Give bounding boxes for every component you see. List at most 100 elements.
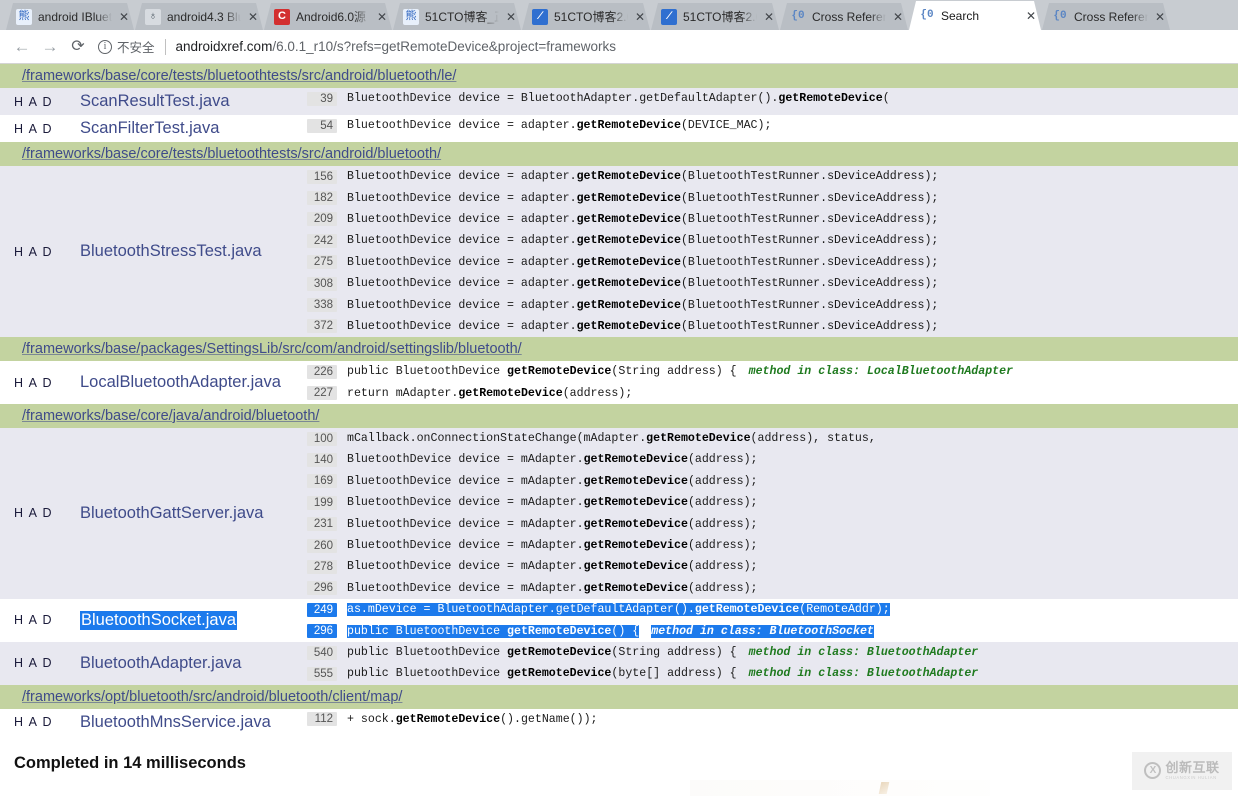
line-number[interactable]: 260 [307, 538, 337, 553]
line-number[interactable]: 231 [307, 517, 337, 532]
match-line[interactable]: 140 BluetoothDevice device = mAdapter.get… [307, 449, 1238, 470]
had-label[interactable]: H A D [14, 506, 53, 520]
had-links[interactable]: H A D [0, 709, 80, 736]
match-line[interactable]: 100 mCallback.onConnectionStateChange(mAd… [307, 428, 1238, 449]
browser-tab-7[interactable]: {0 Search ✕ [909, 1, 1041, 30]
match-line[interactable]: 278 BluetoothDevice device = mAdapter.get… [307, 556, 1238, 577]
file-name-link[interactable]: ScanResultTest.java [80, 92, 230, 111]
security-chip[interactable]: i 不安全 [98, 37, 155, 56]
directory-path-link[interactable]: /frameworks/base/core/tests/bluetoothtes… [22, 146, 441, 162]
tab-close-icon[interactable]: ✕ [763, 11, 775, 23]
had-links[interactable]: H A D [0, 166, 80, 337]
match-line[interactable]: 39 BluetoothDevice device = BluetoothAdap… [307, 88, 1238, 109]
file-name-link[interactable]: ScanFilterTest.java [80, 119, 219, 138]
had-label[interactable]: H A D [14, 122, 53, 136]
match-line[interactable]: 249 as.mDevice = BluetoothAdapter.getDefa… [307, 599, 1238, 620]
file-name-link[interactable]: BluetoothSocket.java [80, 610, 238, 630]
had-label[interactable]: H A D [14, 376, 53, 390]
match-line[interactable]: 296 BluetoothDevice device = mAdapter.get… [307, 578, 1238, 599]
forward-icon[interactable]: → [36, 33, 64, 61]
line-number[interactable]: 278 [307, 559, 337, 574]
browser-tab-6[interactable]: {0 Cross Referen ✕ [780, 3, 908, 30]
tab-close-icon[interactable]: ✕ [892, 11, 904, 23]
match-line[interactable]: 296 public BluetoothDevice getRemoteDevic… [307, 620, 1238, 641]
match-line[interactable]: 226 public BluetoothDevice getRemoteDevic… [307, 361, 1238, 382]
match-line[interactable]: 275 BluetoothDevice device = adapter.getR… [307, 252, 1238, 273]
had-links[interactable]: H A D [0, 88, 80, 115]
match-line[interactable]: 308 BluetoothDevice device = adapter.getR… [307, 273, 1238, 294]
tab-close-icon[interactable]: ✕ [634, 11, 646, 23]
line-number[interactable]: 540 [307, 645, 337, 660]
line-number[interactable]: 242 [307, 233, 337, 248]
line-number[interactable]: 199 [307, 495, 337, 510]
had-links[interactable]: H A D [0, 361, 80, 404]
match-line[interactable]: 169 BluetoothDevice device = mAdapter.get… [307, 471, 1238, 492]
browser-tab-3[interactable]: 熊 51CTO博客_正 ✕ [393, 3, 521, 30]
match-line[interactable]: 260 BluetoothDevice device = mAdapter.get… [307, 535, 1238, 556]
directory-path-link[interactable]: /frameworks/base/packages/SettingsLib/sr… [22, 341, 522, 357]
match-line[interactable]: 242 BluetoothDevice device = adapter.getR… [307, 230, 1238, 251]
tab-close-icon[interactable]: ✕ [1154, 11, 1166, 23]
match-line[interactable]: 112 + sock.getRemoteDevice().getName()); [307, 709, 1238, 730]
match-line[interactable]: 372 BluetoothDevice device = adapter.getR… [307, 316, 1238, 337]
directory-path-link[interactable]: /frameworks/opt/bluetooth/src/android/bl… [22, 689, 402, 705]
line-number[interactable]: 249 [307, 602, 337, 617]
had-label[interactable]: H A D [14, 715, 53, 729]
file-name-link[interactable]: BluetoothStressTest.java [80, 242, 262, 261]
tab-close-icon[interactable]: ✕ [505, 11, 517, 23]
had-label[interactable]: H A D [14, 656, 53, 670]
match-line[interactable]: 199 BluetoothDevice device = mAdapter.get… [307, 492, 1238, 513]
address-bar[interactable]: i 不安全 androidxref.com/6.0.1_r10/s?refs=g… [98, 34, 1230, 60]
line-number[interactable]: 275 [307, 255, 337, 270]
browser-tab-5[interactable]: ∕ 51CTO博客2.0 ✕ [651, 3, 779, 30]
match-line[interactable]: 54 BluetoothDevice device = adapter.getRe… [307, 115, 1238, 136]
line-number[interactable]: 227 [307, 386, 337, 401]
file-name-link[interactable]: LocalBluetoothAdapter.java [80, 373, 281, 392]
line-number[interactable]: 296 [307, 624, 337, 639]
line-number[interactable]: 308 [307, 276, 337, 291]
line-number[interactable]: 112 [307, 712, 337, 727]
match-line[interactable]: 227 return mAdapter.getRemoteDevice(addre… [307, 383, 1238, 404]
line-number[interactable]: 296 [307, 581, 337, 596]
had-links[interactable]: H A D [0, 115, 80, 142]
line-number[interactable]: 372 [307, 319, 337, 334]
browser-tab-4[interactable]: ∕ 51CTO博客2.0 ✕ [522, 3, 650, 30]
line-number[interactable]: 100 [307, 431, 337, 446]
had-links[interactable]: H A D [0, 599, 80, 642]
browser-tab-1[interactable]: ♁ android4.3 Blu ✕ [135, 3, 263, 30]
back-icon[interactable]: ← [8, 33, 36, 61]
match-line[interactable]: 555 public BluetoothDevice getRemoteDevic… [307, 663, 1238, 684]
match-line[interactable]: 231 BluetoothDevice device = mAdapter.get… [307, 513, 1238, 534]
had-label[interactable]: H A D [14, 613, 53, 627]
had-links[interactable]: H A D [0, 642, 80, 685]
tab-close-icon[interactable]: ✕ [247, 11, 259, 23]
line-number[interactable]: 209 [307, 212, 337, 227]
line-number[interactable]: 182 [307, 191, 337, 206]
had-label[interactable]: H A D [14, 245, 53, 259]
reload-icon[interactable]: ⟳ [64, 33, 92, 61]
browser-tab-8[interactable]: {0 Cross Referer ✕ [1042, 3, 1170, 30]
file-name-link[interactable]: BluetoothAdapter.java [80, 654, 241, 673]
match-line[interactable]: 182 BluetoothDevice device = adapter.getR… [307, 187, 1238, 208]
match-line[interactable]: 540 public BluetoothDevice getRemoteDevic… [307, 642, 1238, 663]
line-number[interactable]: 54 [307, 118, 337, 133]
match-line[interactable]: 209 BluetoothDevice device = adapter.getR… [307, 209, 1238, 230]
line-number[interactable]: 555 [307, 666, 337, 681]
had-links[interactable]: H A D [0, 428, 80, 599]
line-number[interactable]: 169 [307, 474, 337, 489]
tab-close-icon[interactable]: ✕ [118, 11, 130, 23]
browser-tab-0[interactable]: 熊 android IBluet ✕ [6, 3, 134, 30]
had-label[interactable]: H A D [14, 95, 53, 109]
line-number[interactable]: 226 [307, 364, 337, 379]
line-number[interactable]: 156 [307, 169, 337, 184]
directory-path-link[interactable]: /frameworks/base/core/java/android/bluet… [22, 408, 319, 424]
line-number[interactable]: 140 [307, 452, 337, 467]
file-name-link[interactable]: BluetoothMnsService.java [80, 713, 271, 732]
line-number[interactable]: 338 [307, 298, 337, 313]
match-line[interactable]: 338 BluetoothDevice device = adapter.getR… [307, 294, 1238, 315]
tab-close-icon[interactable]: ✕ [1025, 10, 1037, 22]
directory-path-link[interactable]: /frameworks/base/core/tests/bluetoothtes… [22, 68, 456, 84]
tab-close-icon[interactable]: ✕ [376, 11, 388, 23]
browser-tab-2[interactable]: C Android6.0源 ✕ [264, 3, 392, 30]
file-name-link[interactable]: BluetoothGattServer.java [80, 504, 263, 523]
